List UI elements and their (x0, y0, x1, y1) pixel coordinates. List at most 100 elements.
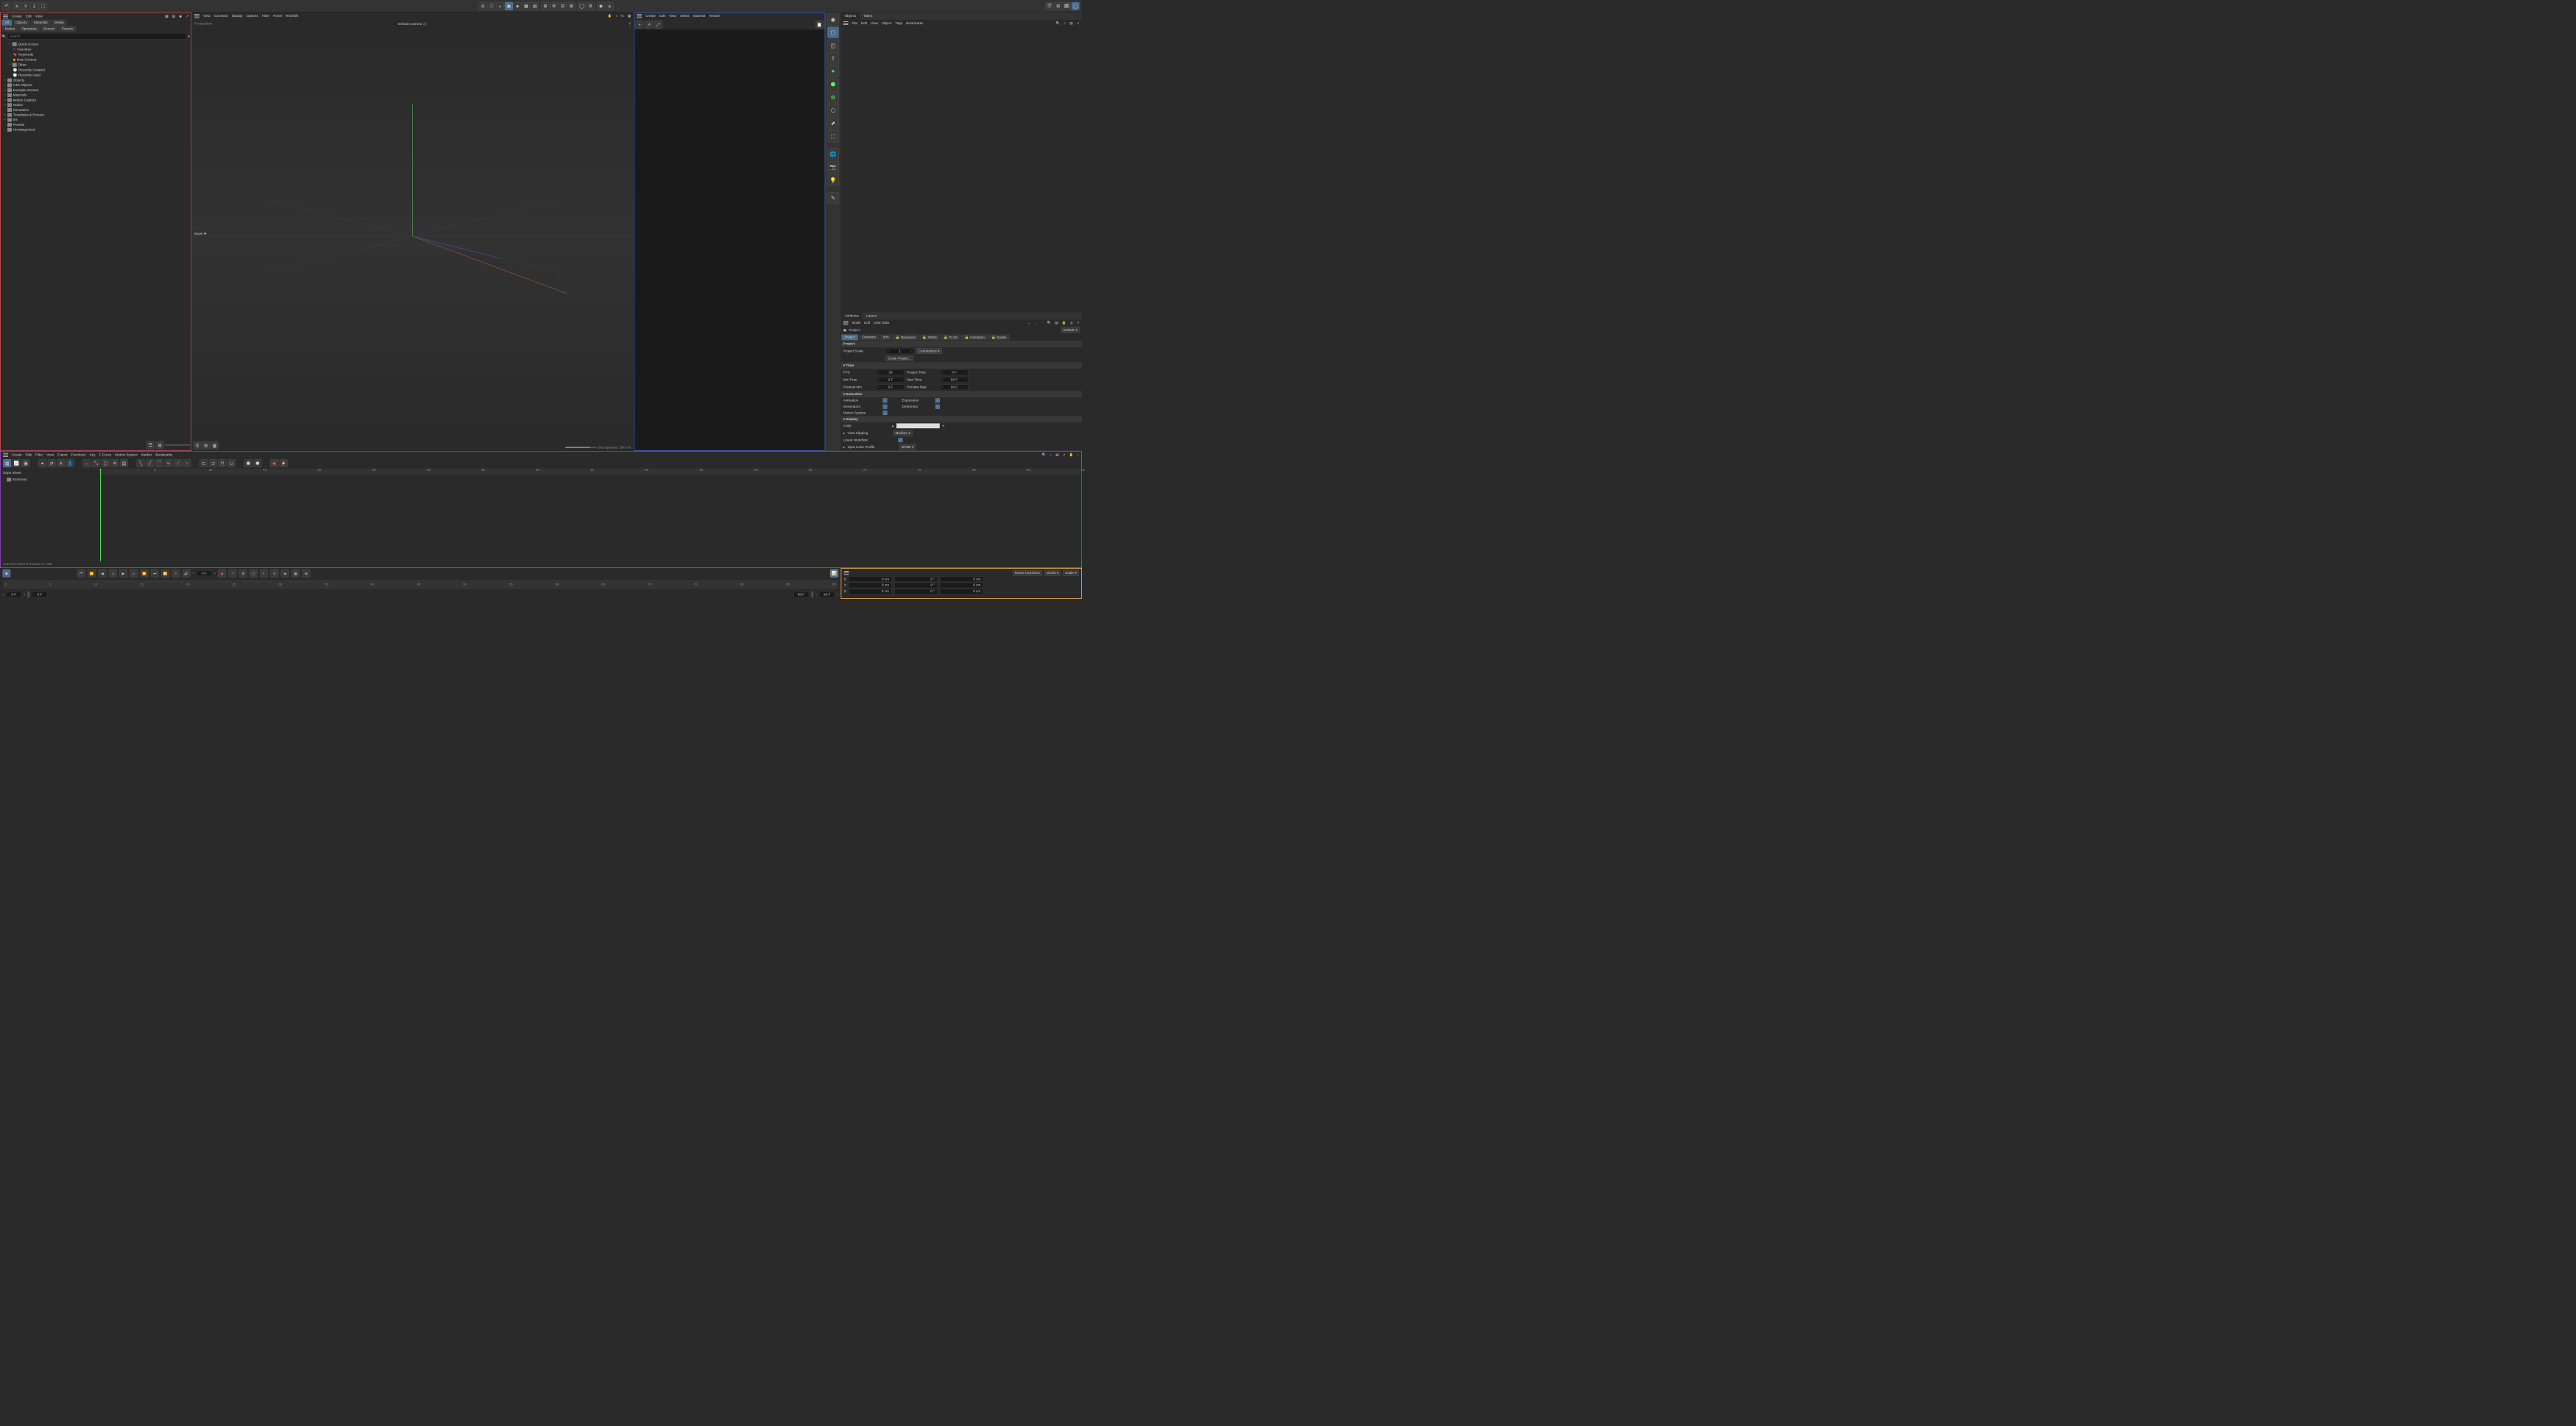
tl-home-icon[interactable]: ⌂ (1050, 453, 1052, 457)
range-end-prev-icon[interactable]: ‹ (815, 593, 817, 597)
undo-icon[interactable]: ↶ (2, 2, 10, 10)
tl-snap-4-icon[interactable]: ⊔ (227, 459, 236, 467)
om-bookmarks-menu[interactable]: Bookmarks (906, 21, 923, 25)
attr-menu-icon[interactable] (843, 321, 849, 324)
x-scale-field[interactable]: 0 cm (940, 576, 983, 582)
autokey-a-icon[interactable]: A (229, 570, 237, 578)
subtab-xrefs[interactable]: 🔒 XRefs (919, 334, 940, 340)
z-scale-field[interactable]: 0 cm (940, 589, 983, 595)
key-pla-icon[interactable]: ◈ (281, 570, 289, 578)
subtab-todo[interactable]: 🔒 To Do (941, 334, 960, 340)
view-menu[interactable]: View (35, 15, 43, 18)
popout-icon[interactable]: ↗ (185, 14, 188, 18)
world-dropdown[interactable]: World▾ (1044, 570, 1061, 575)
tl-zoom-icon[interactable]: ↕ (1077, 453, 1078, 457)
transform-gizmo-icon[interactable]: ◈ (2, 570, 10, 578)
axis-y-button[interactable]: Y (21, 2, 29, 10)
takes-tab[interactable]: Takes (860, 13, 876, 20)
tl-motion-icon[interactable]: ▣ (21, 459, 29, 467)
tree-quick-access[interactable]: −Quick Access (2, 42, 190, 47)
tool-5-icon[interactable]: ◈ (514, 2, 522, 10)
tool-7-icon[interactable]: ▤ (531, 2, 539, 10)
nav-back-icon[interactable]: ← (1027, 321, 1031, 324)
camera-icon[interactable]: 📷 (827, 161, 839, 173)
next-frame-icon[interactable]: ▷ (130, 570, 138, 578)
om-popout-icon[interactable]: ↗ (1077, 21, 1080, 25)
project-scale-field[interactable]: ‹1› (886, 348, 914, 354)
animation-checkbox[interactable]: ✓ (883, 398, 888, 402)
tree-new-content[interactable]: ◆New Content (2, 57, 190, 63)
subtab-nodes[interactable]: 🔒 Nodes (988, 334, 1010, 340)
tl-marker-menu[interactable]: Marker (141, 453, 152, 457)
tl-tool-link-icon[interactable]: ⇄ (48, 459, 56, 467)
list-view-icon[interactable]: ☰ (146, 441, 155, 449)
nav-fwd-icon[interactable]: → (1035, 321, 1038, 324)
rv-select-menu[interactable]: Select (680, 14, 690, 18)
tl-curve-2-icon[interactable]: ╱ (146, 459, 154, 467)
create-menu[interactable]: Create (12, 15, 22, 18)
graph-icon[interactable]: 📊 (830, 570, 838, 578)
timeline-ruler[interactable]: 051015202530354045505560657075808590 (99, 469, 1081, 475)
tab-nodes[interactable]: Nodes (2, 26, 18, 32)
tool-6-icon[interactable]: ▦ (522, 2, 530, 10)
attr-popout-icon[interactable]: ↗ (1077, 321, 1080, 324)
tree-simulation[interactable]: Simulation (2, 107, 190, 113)
input-color-expand-icon[interactable]: ▸ (843, 445, 845, 449)
tree-objects[interactable]: +Objects (2, 78, 190, 83)
project-time-field[interactable]: ‹0 F› (941, 369, 969, 375)
tl-curve-5-icon[interactable]: ⟋ (174, 459, 182, 467)
vp-redshift-menu[interactable]: Redshift (286, 14, 298, 18)
subtab-info[interactable]: Info (880, 334, 892, 340)
view-clipping-expand-icon[interactable]: ▸ (843, 431, 845, 435)
snap-3-icon[interactable]: ⊟ (559, 2, 567, 10)
main-viewport[interactable]: View Cameras Display Options Filter Pane… (191, 13, 634, 451)
y-pos-field[interactable]: 0 cm (849, 583, 892, 589)
summary-item[interactable]: Summary (1, 477, 99, 482)
tl-snap-3-icon[interactable]: ⊓ (219, 459, 227, 467)
tree-recently-used[interactable]: 🕐Recently Used (2, 73, 190, 78)
nav-hand-icon[interactable]: ✋ (608, 14, 612, 18)
tab-all[interactable]: All (2, 19, 13, 25)
text-icon[interactable]: T (827, 52, 839, 64)
range-end-field[interactable]: 90 F (793, 592, 809, 597)
tab-objects[interactable]: Objects (13, 19, 30, 25)
deformers-checkbox[interactable]: ✓ (935, 405, 940, 409)
tl-key-box-icon[interactable]: ▢ (102, 459, 110, 467)
expand-icon[interactable]: ⤢ (654, 21, 662, 29)
fps-field[interactable]: ‹30› (877, 369, 905, 375)
om-search-icon[interactable]: 🔍 (1056, 21, 1061, 25)
objects-tab[interactable]: Objects (841, 13, 860, 20)
layout-3-icon[interactable]: 🗓 (1063, 2, 1071, 10)
tl-fcurve-icon[interactable]: 📈 (13, 459, 21, 467)
zoom-slider[interactable] (165, 444, 190, 446)
tl-auto-icon[interactable]: ⚡ (280, 459, 288, 467)
playhead[interactable] (100, 469, 101, 561)
tool-2-icon[interactable]: ⬡ (487, 2, 495, 10)
vp-menu-icon[interactable] (194, 14, 199, 18)
clipboard-icon[interactable]: 📋 (815, 21, 824, 29)
sphere-icon[interactable]: ◉ (827, 13, 839, 25)
tl-marker-2-icon[interactable]: ⬢ (253, 459, 261, 467)
frame-prev-icon[interactable]: ‹ (193, 572, 194, 575)
tl-create-menu[interactable]: Create (12, 453, 22, 457)
om-menu-icon[interactable] (843, 21, 849, 25)
transport-ruler[interactable]: 051015202530354045505560657075808590 (2, 580, 838, 589)
tree-example-scenes[interactable]: +Example Scenes (2, 88, 190, 93)
tree-presets-folder[interactable]: Presets (2, 122, 190, 127)
object-list[interactable] (841, 26, 1082, 312)
current-frame-field[interactable]: 0 F (197, 570, 212, 576)
tab-materials[interactable]: Materials (31, 19, 51, 25)
key-settings-icon[interactable]: ⚙ (239, 570, 247, 578)
x-rot-field[interactable]: 0 ° (894, 576, 938, 582)
axis-x-button[interactable]: X (13, 2, 21, 10)
shape-icon[interactable]: ⬠ (827, 104, 839, 116)
cube-icon[interactable]: ▣ (505, 2, 513, 10)
play-fwd-icon[interactable]: ▶ (119, 570, 127, 578)
panel-icon-2[interactable]: ▤ (172, 14, 175, 18)
loop-icon[interactable]: 🔁 (161, 570, 169, 578)
search-icon[interactable]: 🔍 (2, 34, 7, 38)
subtab-dynamics[interactable]: 🔒 Dynamics (893, 334, 919, 340)
nav-up-icon[interactable]: ↑ (1041, 321, 1043, 324)
sound-icon[interactable]: 🔊 (183, 570, 191, 578)
rect-icon[interactable]: ▢ (827, 26, 839, 38)
